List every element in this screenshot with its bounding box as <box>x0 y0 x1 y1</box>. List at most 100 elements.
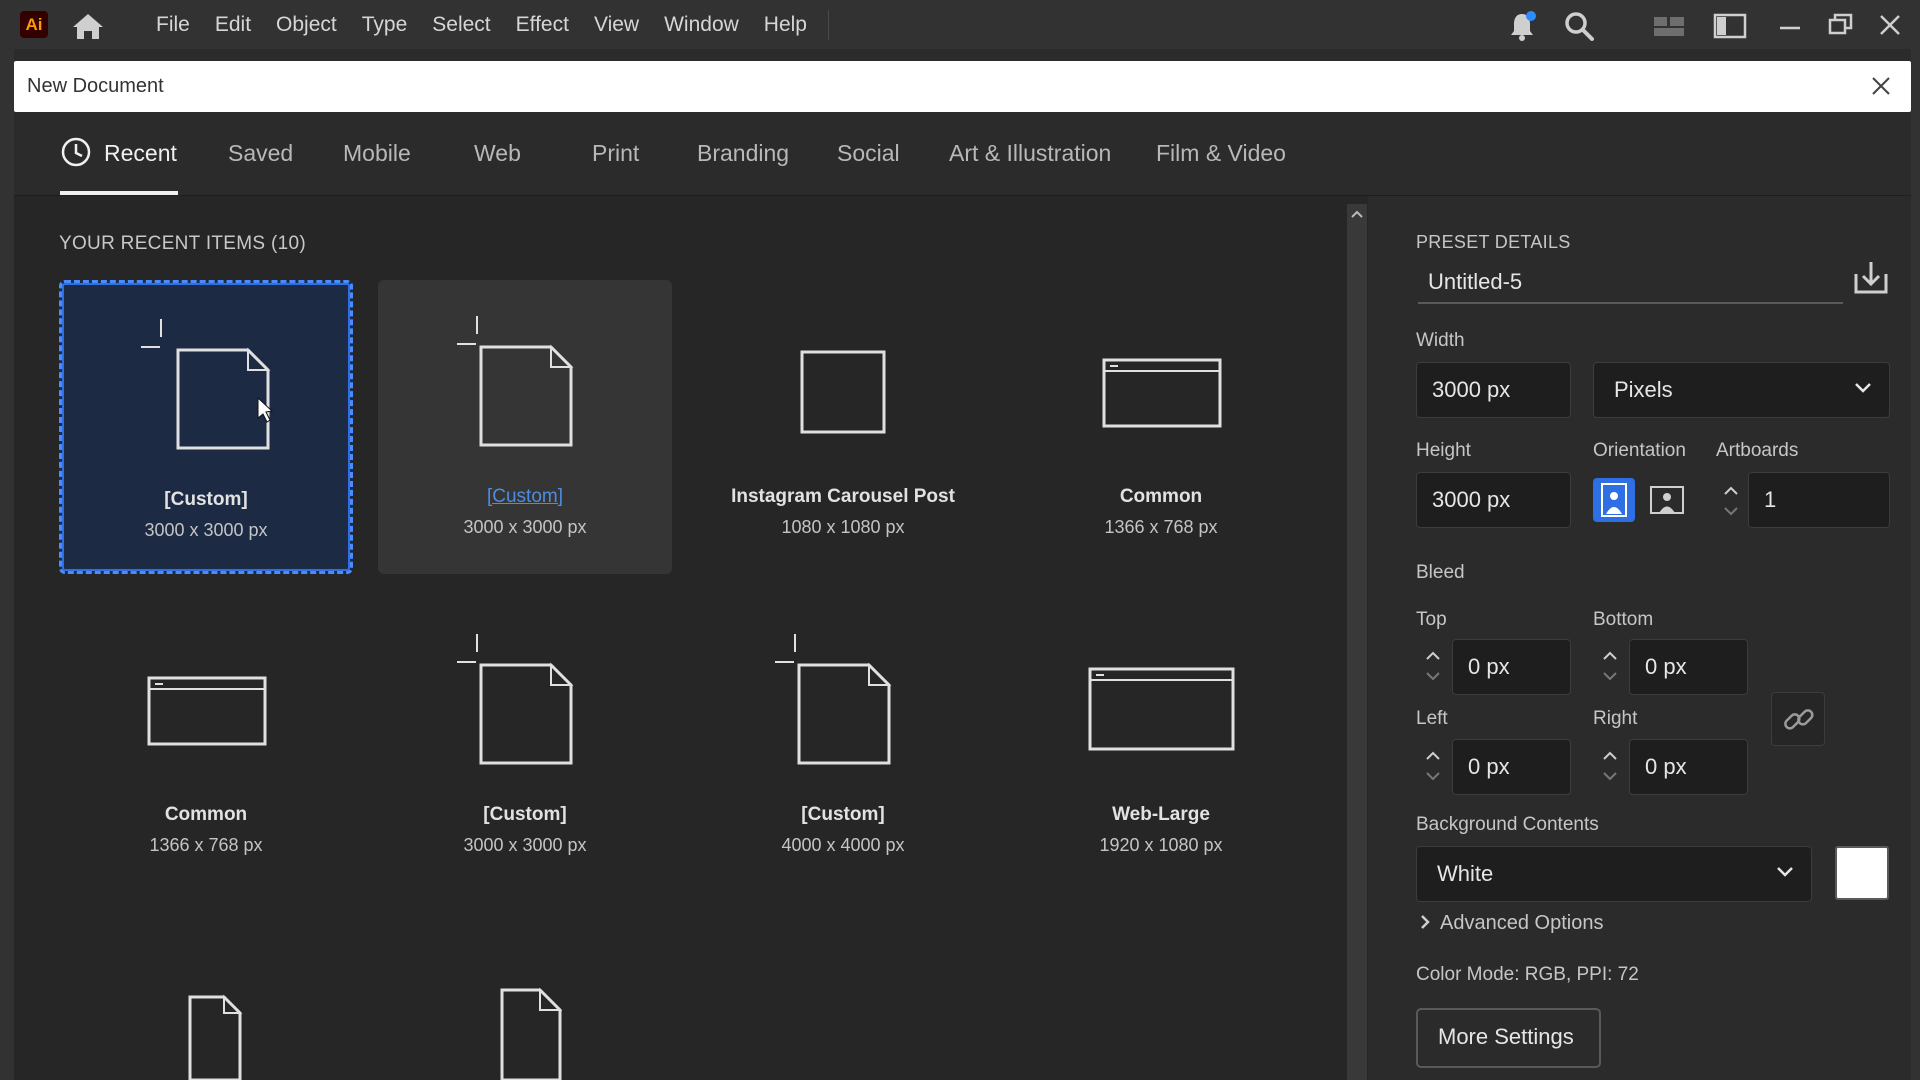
home-icon[interactable] <box>70 11 106 41</box>
landscape-icon <box>1650 486 1684 514</box>
bleed-left-value: 0 px <box>1468 754 1510 779</box>
portrait-orientation-button[interactable] <box>1593 478 1635 522</box>
portrait-document-icon <box>188 994 243 1080</box>
height-field[interactable]: 3000 px <box>1416 472 1571 528</box>
left-edge <box>0 49 14 1080</box>
card-size: 1080 x 1080 px <box>781 517 905 537</box>
recent-item-card[interactable]: Web-Large 1920 x 1080 px <box>1014 598 1308 892</box>
menu-items: File Edit Object Type Select Effect View… <box>156 0 832 49</box>
tab-branding[interactable]: Branding <box>697 140 789 167</box>
units-value: Pixels <box>1614 377 1673 402</box>
card-name: [Custom] <box>486 486 564 507</box>
recent-item-card[interactable]: Common 1366 x 768 px <box>1014 280 1308 574</box>
menu-view[interactable]: View <box>594 13 639 37</box>
artboards-value: 1 <box>1764 487 1777 512</box>
category-tabs: Recent Saved Mobile Web Print Branding S… <box>14 112 1911 196</box>
menu-edit[interactable]: Edit <box>215 13 251 37</box>
width-label: Width <box>1416 330 1465 351</box>
bleed-label: Bleed <box>1416 562 1465 583</box>
save-preset-icon[interactable] <box>1850 258 1892 298</box>
chevron-down-icon <box>1855 383 1871 393</box>
recent-scrollbar[interactable] <box>1347 204 1367 1080</box>
search-icon[interactable] <box>1562 10 1596 42</box>
preset-details-panel: PRESET DETAILS Untitled-5 Width 3000 px … <box>1368 196 1911 1080</box>
bleed-left-stepper-icon[interactable] <box>1416 739 1450 793</box>
tab-mobile[interactable]: Mobile <box>343 140 411 167</box>
menu-effect[interactable]: Effect <box>516 13 569 37</box>
tab-social[interactable]: Social <box>837 140 900 167</box>
bleed-right-stepper-icon[interactable] <box>1593 739 1627 793</box>
color-mode-info: Color Mode: RGB, PPI: 72 <box>1416 964 1639 985</box>
tab-film-video[interactable]: Film & Video <box>1156 140 1286 167</box>
bleed-right-field[interactable]: 0 px <box>1629 739 1748 795</box>
recent-item-card[interactable]: [Custom] 3000 x 3000 px <box>378 280 672 574</box>
dialog-title: New Document <box>27 75 164 97</box>
document-name-input[interactable]: Untitled-5 <box>1418 256 1843 304</box>
close-window-icon[interactable] <box>1874 10 1908 42</box>
restore-icon[interactable] <box>1824 10 1858 42</box>
bleed-top-field[interactable]: 0 px <box>1452 639 1571 695</box>
bleed-bottom-value: 0 px <box>1645 654 1687 679</box>
recent-item-card[interactable]: Common 1366 x 768 px <box>59 598 353 892</box>
notification-bell-icon[interactable] <box>1505 10 1539 42</box>
card-size: 3000 x 3000 px <box>463 517 587 537</box>
bleed-left-label: Left <box>1416 708 1448 729</box>
tab-print[interactable]: Print <box>592 140 639 167</box>
width-value: 3000 px <box>1432 377 1511 402</box>
tab-saved[interactable]: Saved <box>228 140 293 167</box>
card-size: 1366 x 768 px <box>1104 517 1218 537</box>
tab-art-illustration[interactable]: Art & Illustration <box>949 140 1111 167</box>
illustrator-logo: Ai <box>20 11 48 38</box>
bleed-bottom-stepper-icon[interactable] <box>1593 639 1627 693</box>
recent-item-card[interactable]: [Custom] 3000 x 3000 px <box>59 280 353 574</box>
background-contents-value: White <box>1437 861 1494 886</box>
chevron-down-icon <box>1777 867 1793 877</box>
tab-recent[interactable]: Recent <box>104 140 177 167</box>
background-contents-dropdown[interactable]: White <box>1416 846 1812 902</box>
scroll-up-arrow-icon[interactable] <box>1348 206 1366 222</box>
width-field[interactable]: 3000 px <box>1416 362 1571 418</box>
menu-object[interactable]: Object <box>276 13 337 37</box>
menu-file[interactable]: File <box>156 13 190 37</box>
card-size: 1366 x 768 px <box>149 835 263 855</box>
recent-item-card[interactable]: Instagram Carousel Post 1080 x 1080 px <box>696 280 990 574</box>
menu-help[interactable]: Help <box>764 13 807 37</box>
card-name: Web-Large <box>1112 804 1210 825</box>
artboards-label: Artboards <box>1716 440 1799 461</box>
artboards-field[interactable]: 1 <box>1748 472 1890 528</box>
bleed-bottom-field[interactable]: 0 px <box>1629 639 1748 695</box>
card-name: Instagram Carousel Post <box>731 486 955 507</box>
advanced-options-toggle[interactable]: Advanced Options <box>1418 912 1603 935</box>
bleed-left-field[interactable]: 0 px <box>1452 739 1571 795</box>
more-settings-button[interactable]: More Settings <box>1416 1008 1601 1068</box>
arrange-documents-icon[interactable] <box>1652 10 1686 42</box>
chevron-right-icon <box>1421 915 1430 929</box>
dialog-title-bar: New Document <box>14 61 1911 112</box>
menu-window[interactable]: Window <box>664 13 739 37</box>
menu-type[interactable]: Type <box>362 13 408 37</box>
bleed-right-value: 0 px <box>1645 754 1687 779</box>
background-color-swatch[interactable] <box>1835 846 1889 900</box>
portrait-document-icon <box>500 987 563 1080</box>
artboards-stepper-icon[interactable] <box>1714 474 1748 528</box>
menu-select[interactable]: Select <box>432 13 490 37</box>
right-edge <box>1911 49 1920 1080</box>
recent-item-card[interactable]: [Custom] 4000 x 4000 px <box>696 598 990 892</box>
recent-item-card[interactable]: [Custom] 3000 x 3000 px <box>378 598 672 892</box>
tab-web[interactable]: Web <box>474 140 521 167</box>
workspace-switcher-icon[interactable] <box>1713 10 1747 42</box>
background-contents-label: Background Contents <box>1416 814 1599 835</box>
bleed-bottom-label: Bottom <box>1593 609 1654 630</box>
link-bleed-button[interactable] <box>1771 692 1825 746</box>
card-name: [Custom] <box>801 804 885 825</box>
bleed-top-stepper-icon[interactable] <box>1416 639 1450 693</box>
card-size: 3000 x 3000 px <box>463 835 587 855</box>
close-dialog-icon[interactable] <box>1869 74 1893 98</box>
menu-divider <box>828 10 829 40</box>
link-chain-icon <box>1784 709 1814 730</box>
landscape-orientation-button[interactable] <box>1646 478 1688 522</box>
orientation-label: Orientation <box>1593 440 1686 461</box>
minimize-icon[interactable] <box>1774 10 1808 42</box>
height-label: Height <box>1416 440 1471 461</box>
units-dropdown[interactable]: Pixels <box>1593 362 1890 418</box>
